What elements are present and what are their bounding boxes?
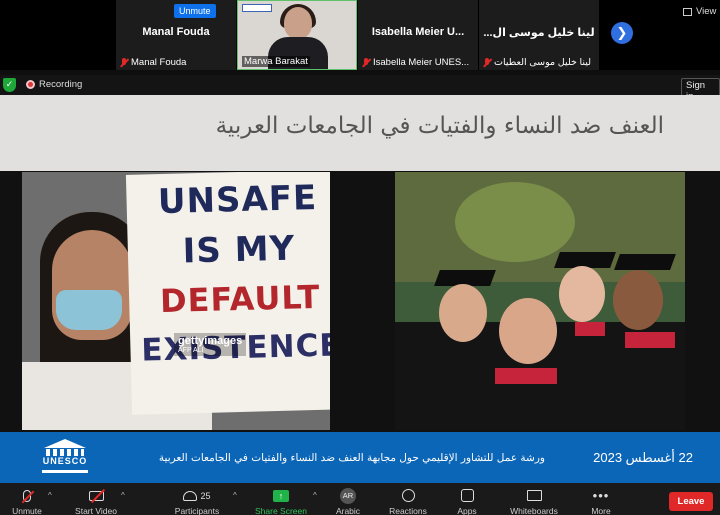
photo-graduate-face bbox=[613, 270, 663, 330]
photo-foliage bbox=[455, 182, 575, 262]
getty-watermark: gettyimages AFP ALI bbox=[174, 333, 247, 356]
photo-face-mask bbox=[56, 290, 122, 330]
participants-button[interactable]: 25 Participants bbox=[168, 483, 226, 515]
unmute-button[interactable]: Unmute bbox=[6, 483, 48, 515]
share-options-caret[interactable]: ^ bbox=[313, 491, 317, 500]
participant-tile-marwa[interactable]: Marwa Barakat bbox=[237, 0, 357, 70]
unesco-logo-icon bbox=[242, 4, 272, 12]
slide-footer-band: UNESCO ورشة عمل للتشاور الإقليمي حول مجا… bbox=[0, 432, 720, 483]
photo-stole bbox=[625, 332, 675, 348]
participant-name: Isabella Meier U... bbox=[371, 26, 465, 38]
chevron-right-icon: ❯ bbox=[616, 25, 628, 40]
reactions-button[interactable]: Reactions bbox=[386, 483, 430, 515]
participant-name: لينا خليل موسى ال... bbox=[483, 27, 595, 39]
participant-strip: Unmute Manal Fouda Manal Fouda Marwa Bar… bbox=[0, 0, 720, 70]
participants-options-caret[interactable]: ^ bbox=[233, 491, 237, 500]
mic-muted-icon bbox=[120, 57, 128, 68]
participant-label: لينا خليل موسى العطيات bbox=[483, 57, 591, 68]
apps-button[interactable]: Apps bbox=[452, 483, 482, 515]
share-screen-button[interactable]: ↑ Share Screen bbox=[252, 483, 310, 515]
participant-video-face bbox=[284, 7, 312, 39]
camera-icon bbox=[88, 488, 105, 503]
mic-muted-icon bbox=[362, 57, 370, 68]
people-icon bbox=[183, 490, 198, 501]
participant-label: Marwa Barakat bbox=[242, 56, 310, 67]
share-screen-icon: ↑ bbox=[273, 489, 289, 502]
apps-icon bbox=[460, 489, 474, 502]
shared-screen: العنف ضد النساء والفتيات في الجامعات الع… bbox=[0, 95, 720, 483]
graduation-cap-icon bbox=[614, 254, 676, 270]
whiteboards-button[interactable]: Whiteboards bbox=[506, 483, 562, 515]
interpretation-button[interactable]: AR Arabic bbox=[330, 483, 366, 515]
start-video-button[interactable]: Start Video bbox=[70, 483, 122, 515]
grid-view-icon bbox=[683, 7, 692, 16]
mic-muted-icon bbox=[483, 57, 491, 68]
protest-photo: UNSAFE IS MY DEFAULT EXISTENCE gettyimag… bbox=[22, 172, 330, 430]
unmute-request-button[interactable]: Unmute bbox=[174, 4, 216, 18]
participant-label: Isabella Meier UNES... bbox=[362, 57, 469, 68]
protest-sign: UNSAFE IS MY DEFAULT EXISTENCE bbox=[125, 172, 330, 415]
participant-tile-lina[interactable]: لينا خليل موسى ال... لينا خليل موسى العط… bbox=[479, 0, 599, 70]
next-participants-button[interactable]: ❯ bbox=[611, 22, 633, 44]
view-button[interactable]: View bbox=[683, 6, 716, 17]
recording-dot-icon bbox=[26, 80, 35, 89]
shield-check-icon[interactable]: ✓ bbox=[3, 78, 16, 92]
leave-meeting-button[interactable]: Leave bbox=[669, 492, 713, 511]
participants-count: 25 bbox=[200, 490, 211, 501]
graduation-photo bbox=[395, 172, 685, 430]
slide-title: العنف ضد النساء والفتيات في الجامعات الع… bbox=[215, 113, 664, 139]
smiley-plus-icon bbox=[401, 489, 415, 502]
status-bar: ✓ Recording Sign in bbox=[0, 75, 720, 104]
participant-tile-manal[interactable]: Unmute Manal Fouda Manal Fouda bbox=[116, 0, 236, 70]
participant-label: Manal Fouda bbox=[120, 57, 186, 68]
participant-tile-isabella[interactable]: Isabella Meier U... Isabella Meier UNES.… bbox=[358, 0, 478, 70]
workshop-title: ورشة عمل للتشاور الإقليمي حول مجابهة الع… bbox=[158, 452, 545, 464]
unesco-logo: UNESCO bbox=[38, 439, 92, 477]
microphone-icon bbox=[21, 489, 35, 503]
slide-header: العنف ضد النساء والفتيات في الجامعات الع… bbox=[0, 95, 720, 171]
workshop-date: 22 أغسطس 2023 bbox=[593, 450, 693, 465]
video-options-caret[interactable]: ^ bbox=[121, 491, 125, 500]
recording-indicator[interactable]: Recording bbox=[26, 79, 82, 90]
whiteboard-icon bbox=[526, 490, 542, 501]
meeting-toolbar: Unmute ^ Start Video ^ 25 Participants ^… bbox=[0, 483, 720, 515]
photo-stole bbox=[575, 322, 605, 336]
photo-stole bbox=[495, 368, 557, 384]
audio-options-caret[interactable]: ^ bbox=[48, 491, 52, 500]
photo-graduate-face bbox=[559, 266, 605, 322]
participant-name: Manal Fouda bbox=[142, 26, 210, 38]
photo-graduate-face bbox=[499, 298, 557, 364]
language-badge-icon: AR bbox=[340, 487, 356, 504]
more-button[interactable]: ••• More bbox=[585, 483, 617, 515]
photo-graduate-face bbox=[439, 284, 487, 342]
zoom-meeting-window: Unmute Manal Fouda Manal Fouda Marwa Bar… bbox=[0, 0, 720, 515]
more-dots-icon: ••• bbox=[592, 487, 610, 503]
